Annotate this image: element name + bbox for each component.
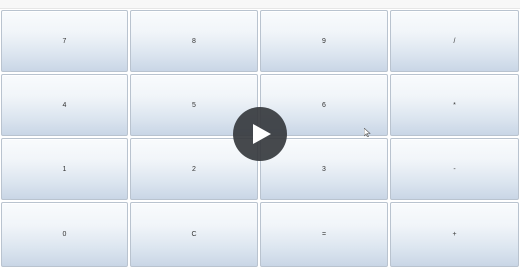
key-label: 8: [192, 37, 196, 45]
key-label: 7: [62, 37, 67, 45]
key-label: *: [453, 101, 456, 109]
top-border-strip: [0, 0, 520, 9]
video-frame: 7 8 9 / 4 5 6 * 1 2 3 - 0 C = +: [0, 0, 520, 268]
play-icon: [253, 124, 271, 144]
key-8[interactable]: 8: [130, 10, 258, 72]
key-label: 3: [322, 165, 326, 173]
key-add[interactable]: +: [390, 202, 519, 267]
key-label: 6: [322, 101, 326, 109]
key-7[interactable]: 7: [1, 10, 128, 72]
key-divide[interactable]: /: [390, 10, 519, 72]
key-label: 4: [62, 101, 67, 109]
key-label: 9: [322, 37, 326, 45]
key-clear[interactable]: C: [130, 202, 258, 267]
key-label: +: [452, 231, 457, 238]
key-9[interactable]: 9: [260, 10, 388, 72]
key-label: -: [453, 165, 456, 173]
key-equals[interactable]: =: [260, 202, 388, 267]
key-label: 5: [192, 101, 196, 109]
key-label: =: [321, 231, 327, 238]
key-label: C: [191, 231, 197, 238]
key-label: 1: [62, 165, 67, 173]
mouse-pointer-icon: [364, 128, 371, 137]
key-subtract[interactable]: -: [390, 138, 519, 200]
key-label: /: [453, 37, 456, 45]
play-button[interactable]: [233, 107, 287, 161]
key-0[interactable]: 0: [1, 202, 128, 267]
key-label: 0: [62, 231, 67, 238]
key-4[interactable]: 4: [1, 74, 128, 136]
key-multiply[interactable]: *: [390, 74, 519, 136]
key-1[interactable]: 1: [1, 138, 128, 200]
key-label: 2: [192, 165, 196, 173]
